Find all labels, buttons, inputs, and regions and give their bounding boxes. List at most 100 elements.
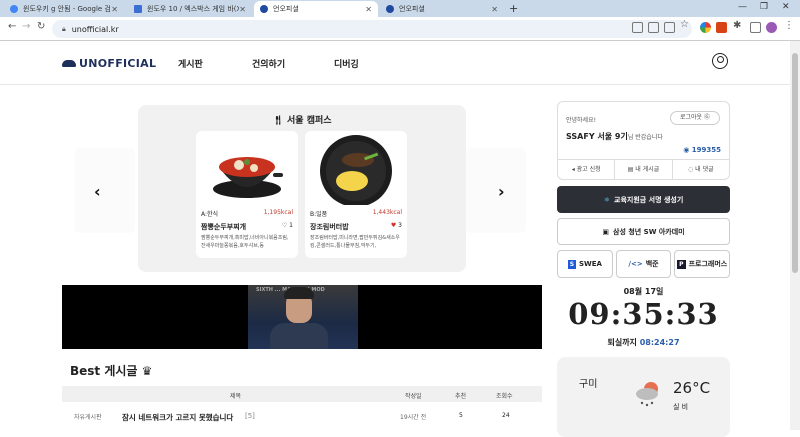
share-icon[interactable]: [664, 22, 675, 33]
link-label: SWEA: [579, 260, 602, 268]
menu-card[interactable]: B:일품 1,443kcal 장조림버터밥 ♥ 3 장조림버터밥,미니라면,팝만두튀…: [305, 131, 407, 258]
close-window-icon[interactable]: ✕: [782, 2, 790, 12]
cast-icon[interactable]: [632, 22, 643, 33]
chevron-right-icon[interactable]: ›: [498, 182, 505, 201]
tab-label: 윈도우 10 / 엑스박스 게임 바(X: [147, 5, 240, 13]
swea-icon: S: [567, 259, 577, 269]
forward-icon[interactable]: →: [22, 21, 30, 32]
weather-temp: 26°C: [673, 379, 711, 397]
bookmark-star-icon[interactable]: ☆: [680, 19, 689, 30]
col-title: 제목: [230, 393, 242, 400]
new-tab-icon[interactable]: +: [509, 2, 518, 15]
heart-outline-icon[interactable]: ♡: [282, 222, 287, 229]
video-banner[interactable]: SIXTH ... MARKETH MOD: [62, 285, 542, 349]
tab-label: 윈도우키 g 안됨 - Google 검색: [23, 5, 112, 13]
post-likes: 5: [459, 412, 463, 419]
countdown-value: 08:24:27: [639, 338, 680, 347]
table-row[interactable]: 자유게시판 잠시 네트워크가 고르지 못했습니다 [5] 19시간 전 5 24: [62, 407, 542, 423]
swea-link[interactable]: S SWEA: [557, 250, 613, 278]
best-title-text: Best 게시글: [70, 364, 138, 378]
rain-cloud-icon: [636, 382, 658, 407]
google-icon: [10, 5, 18, 13]
my-comments-button[interactable]: ◌ 내 댓글: [673, 160, 729, 180]
sign-generator-button[interactable]: ⚛ 교육지원금 서명 생성기: [557, 186, 730, 213]
like-count: 1: [289, 222, 293, 229]
logout-label: 로그아웃: [679, 114, 703, 121]
person-suit: [270, 323, 328, 349]
tab-windows-xbox[interactable]: 윈도우 10 / 엑스박스 게임 바(X ✕: [128, 1, 252, 17]
nav-suggest[interactable]: 건의하기: [252, 57, 285, 70]
tab-label: 언오피셜: [273, 5, 299, 13]
close-icon[interactable]: ✕: [365, 5, 372, 14]
address-bar[interactable]: 🔒︎ unofficial.kr: [52, 20, 692, 38]
maximize-icon[interactable]: ❐: [760, 2, 768, 12]
site-logo[interactable]: UNOFFICIAL: [62, 57, 156, 70]
close-icon[interactable]: ✕: [111, 5, 118, 14]
unofficial-icon: [386, 5, 394, 13]
tab-label: 언오피셜: [399, 5, 425, 13]
tab-google-search[interactable]: 윈도우키 g 안됨 - Google 검색 ✕: [4, 1, 124, 17]
user-name: SSAFY 서울 9기님 반갑습니다: [566, 131, 663, 142]
col-likes: 추천: [455, 393, 467, 400]
close-icon[interactable]: ✕: [491, 5, 498, 14]
reload-icon[interactable]: ↻: [37, 21, 45, 32]
puzzle-icon[interactable]: ✱: [733, 20, 741, 31]
checkout-countdown: 퇴실까지 08:24:27: [557, 337, 730, 348]
course-label: B:일품: [310, 211, 328, 218]
button-label: 삼성 청년 SW 아카데미: [613, 227, 685, 236]
extension-icon[interactable]: [716, 22, 727, 33]
logout-button[interactable]: 로그아웃 Ⓖ: [670, 111, 720, 125]
profile-actions: ◂ 광고 신청 ▤ 내 게시글 ◌ 내 댓글: [558, 159, 729, 180]
user-panel: 안녕하세요! 로그아웃 Ⓖ SSAFY 서울 9기님 반갑습니다 ◉ 19935…: [557, 101, 730, 180]
carousel-title: 🍴︎ 서울 캠퍼스: [138, 113, 466, 126]
ssafy-academy-button[interactable]: ▣ 삼성 청년 SW 아카데미: [557, 218, 730, 245]
current-time: 09:35:33: [568, 297, 719, 331]
prev-card-preview: [75, 148, 135, 233]
more-menu-icon[interactable]: ⋮: [784, 20, 794, 31]
weather-condition: 실 비: [673, 403, 689, 411]
menu-card[interactable]: A:한식 1,195kcal 짬뽕순두부찌개 ♡ 1 짬뽕순두부찌개,흑미밥,너비아…: [196, 131, 298, 258]
lock-icon: 🔒︎: [62, 24, 66, 33]
countdown-label: 퇴실까지: [607, 338, 637, 347]
weather-city: 구미: [579, 379, 598, 390]
nav-debug[interactable]: 디버깅: [334, 57, 359, 70]
megaphone-icon: ◂: [571, 166, 575, 173]
comment-count: [5]: [245, 412, 255, 420]
scrollbar-thumb[interactable]: [792, 53, 798, 273]
browser-chrome: 윈도우키 g 안됨 - Google 검색 ✕ 윈도우 10 / 엑스박스 게임…: [0, 0, 800, 40]
url-text: unofficial.kr: [71, 24, 119, 34]
kcal-label: 1,443kcal: [372, 209, 402, 216]
comment-icon: ◌: [688, 166, 694, 173]
nav-board[interactable]: 게시판: [178, 57, 203, 70]
crown-icon: ♛: [141, 364, 153, 378]
baekjoon-link[interactable]: /<> 백준: [615, 250, 672, 278]
kcal-label: 1,195kcal: [263, 209, 293, 216]
my-posts-button[interactable]: ▤ 내 게시글: [615, 160, 673, 180]
programmers-link[interactable]: P 프로그래머스: [674, 250, 731, 278]
tab-unofficial-active[interactable]: 언오피셜 ✕: [254, 1, 378, 17]
tab-unofficial[interactable]: 언오피셜 ✕: [380, 1, 504, 17]
campus-label: 서울 캠퍼스: [287, 116, 332, 126]
points: ◉ 199355: [683, 146, 721, 154]
menu-description: 장조림버터밥,미니라면,팝만두튀김&새소우킹,콘샐러드,통나물무침,깍두기,: [310, 235, 400, 249]
back-icon[interactable]: ←: [8, 21, 16, 32]
ad-request-button[interactable]: ◂ 광고 신청: [558, 160, 616, 180]
site-header: UNOFFICIAL 게시판 건의하기 디버깅: [0, 41, 790, 85]
programmers-icon: P: [677, 259, 686, 269]
user-profile-icon[interactable]: [712, 53, 728, 69]
sidepanel-icon[interactable]: [750, 22, 761, 33]
extension-color-icon[interactable]: [700, 22, 711, 33]
translate-icon[interactable]: [648, 22, 659, 33]
food-image: [196, 131, 298, 206]
page-scrollbar[interactable]: [790, 41, 800, 430]
menu-carousel: 🍴︎ 서울 캠퍼스: [138, 105, 466, 272]
post-title[interactable]: 잠시 네트워크가 고르지 못했습니다: [122, 412, 233, 423]
close-icon[interactable]: ✕: [239, 5, 246, 14]
minimize-icon[interactable]: —: [738, 2, 747, 12]
heart-filled-icon[interactable]: ♥: [391, 222, 396, 229]
profile-avatar[interactable]: [766, 22, 777, 33]
chevron-left-icon[interactable]: ‹: [94, 182, 101, 201]
user-name-text: SSAFY 서울 9기: [566, 132, 628, 141]
menu-description: 짬뽕순두부찌개,흑미밥,너비아니볶음조림,잔새우마늘쫑볶음,호두샤브,동: [201, 235, 289, 249]
unofficial-icon: [260, 5, 268, 13]
